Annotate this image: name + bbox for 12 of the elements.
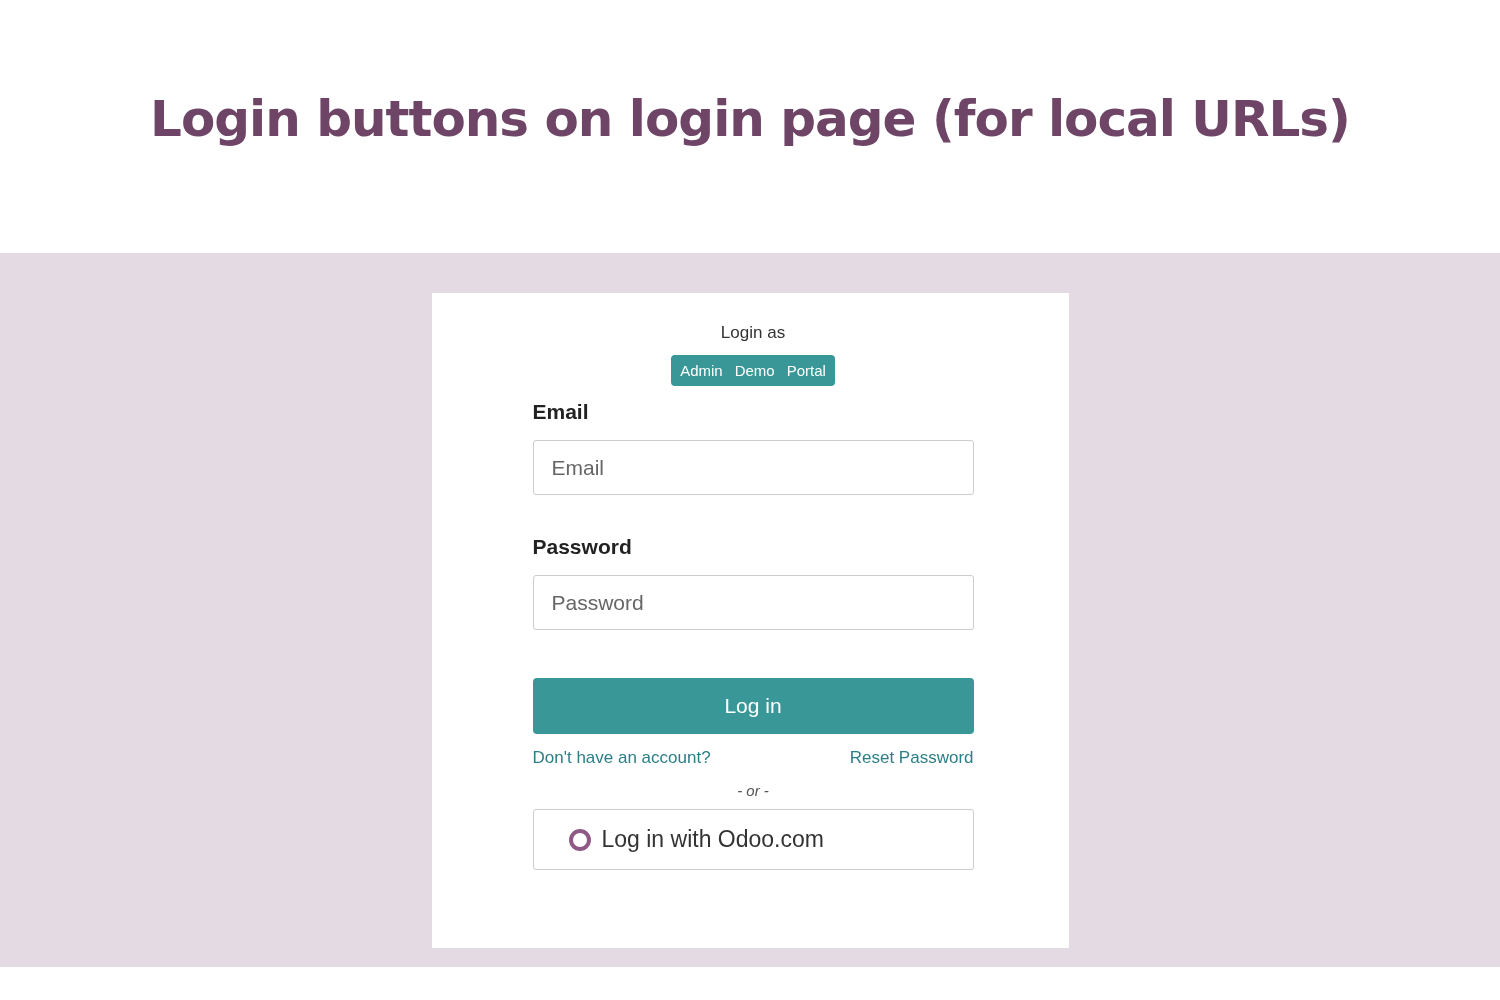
oauth-login-button[interactable]: Log in with Odoo.com <box>532 809 974 870</box>
input-field[interactable]: Password <box>532 575 974 630</box>
ring-icon <box>567 827 592 852</box>
input-field[interactable]: Email <box>532 440 974 495</box>
separator-text: - or - <box>737 782 769 799</box>
field-label: Password <box>532 535 633 559</box>
link[interactable]: Don't have an account? <box>532 748 711 768</box>
login-as-label: Login as <box>720 323 786 343</box>
login-button[interactable]: Log in <box>532 678 974 734</box>
link[interactable]: Reset Password <box>849 748 974 768</box>
field-label: Email <box>532 400 590 424</box>
page-heading: Login buttons on login page (for local URLs) <box>150 89 1350 148</box>
